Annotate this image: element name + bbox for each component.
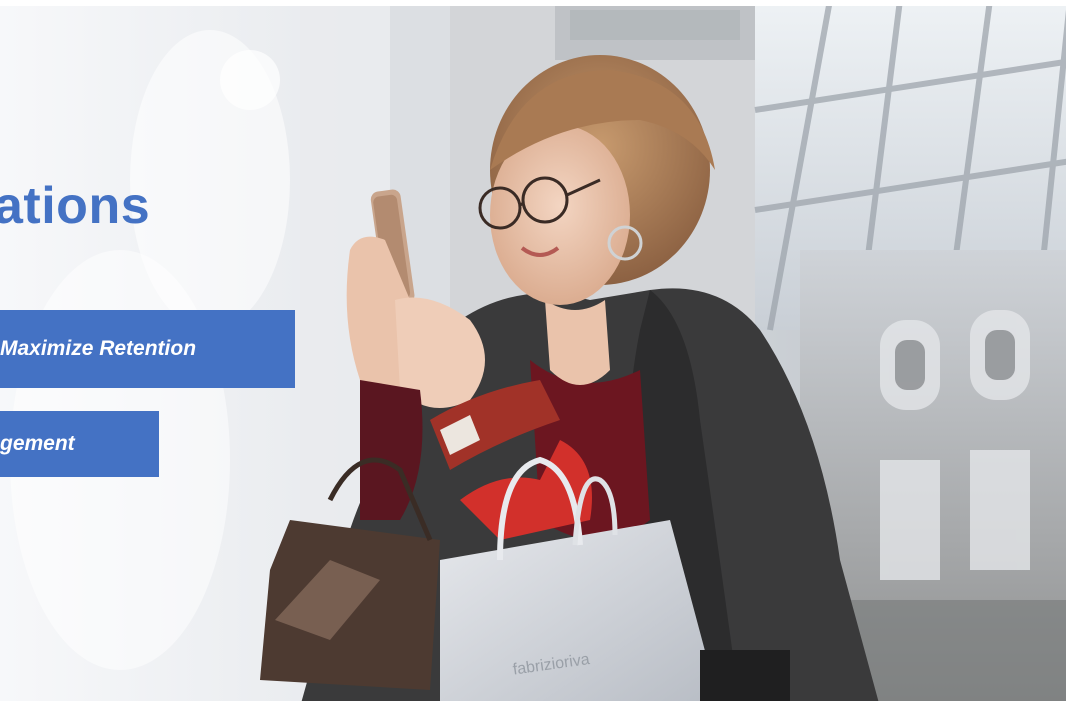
hero-section: fabrizioriva ations Maximize Retention g… (0, 0, 1078, 707)
frame-bottom (0, 701, 1078, 707)
banner-maximize-retention: Maximize Retention (0, 310, 295, 388)
banner-label: gement (0, 432, 75, 455)
headline: ations (0, 177, 151, 235)
banner-engagement: gement (0, 411, 159, 477)
frame-right (1066, 0, 1078, 707)
banner-label: Maximize Retention (0, 337, 197, 360)
frame-top (0, 0, 1078, 6)
